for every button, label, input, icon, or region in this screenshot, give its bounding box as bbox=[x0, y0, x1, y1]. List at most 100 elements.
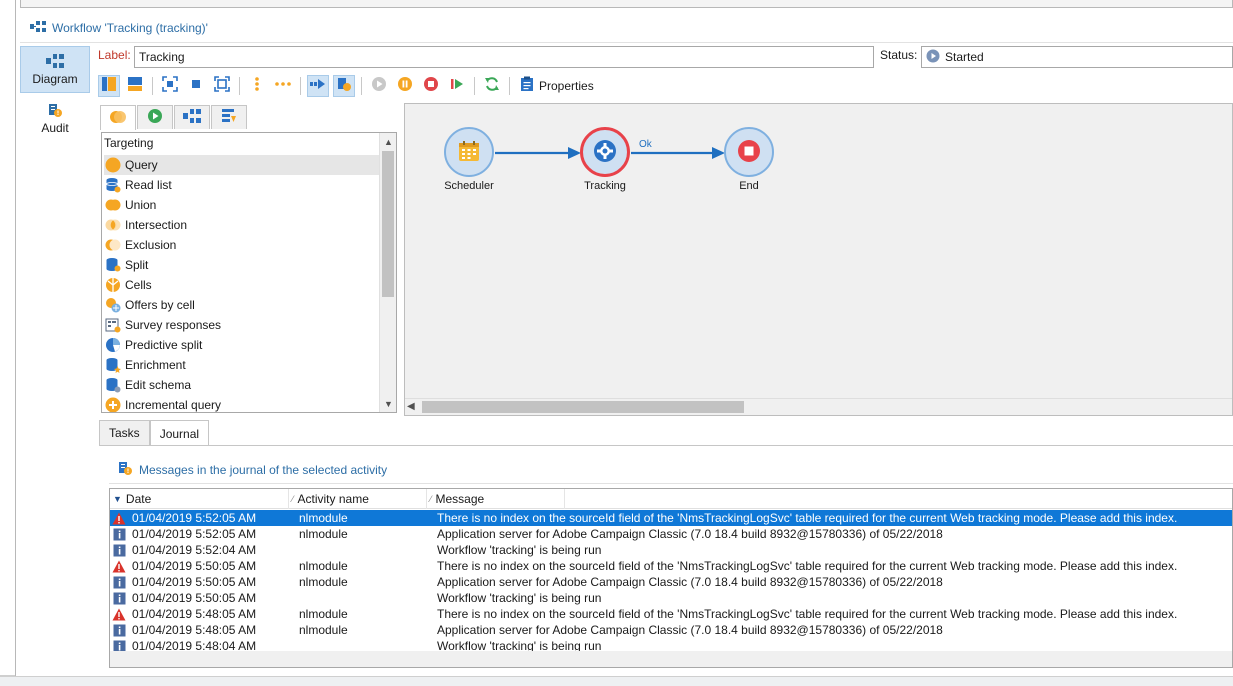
palette-item-union[interactable]: Union bbox=[104, 195, 380, 215]
zoom-fit-icon bbox=[162, 76, 178, 95]
cell-date: 01/04/2019 5:52:05 AM bbox=[132, 511, 257, 525]
column-header-message[interactable]: ⁄ Message bbox=[427, 489, 565, 509]
column-resize-icon: ⁄ bbox=[430, 494, 432, 504]
nav-item-audit[interactable]: Audit bbox=[20, 98, 90, 138]
tab-flow-control[interactable] bbox=[137, 105, 173, 129]
canvas-scroll-thumb[interactable] bbox=[422, 401, 744, 413]
table-row[interactable]: 01/04/2019 5:48:05 AM nlmodule There is no… bbox=[110, 606, 1232, 622]
status-field: Started bbox=[921, 46, 1233, 68]
play-disabled-icon bbox=[371, 76, 387, 95]
workflow-canvas[interactable]: Ok Scheduler Tracking End ◀ bbox=[404, 103, 1233, 416]
vertical-layout-button[interactable] bbox=[98, 74, 120, 97]
unconditional-stop-button[interactable] bbox=[446, 75, 468, 97]
palette-item-intersection[interactable]: Intersection bbox=[104, 215, 380, 235]
actual-size-button[interactable] bbox=[185, 75, 207, 97]
journal-icon bbox=[117, 460, 133, 479]
palette-item-exclusion[interactable]: Exclusion bbox=[104, 235, 380, 255]
canvas-horizontal-scrollbar[interactable]: ◀ bbox=[405, 398, 1232, 415]
union-icon bbox=[105, 197, 121, 213]
column-header-label: Date bbox=[125, 492, 152, 506]
activity-palette: Targeting Query Read list Union Intersec… bbox=[101, 132, 397, 413]
table-row[interactable]: 01/04/2019 5:50:05 AM nlmodule There is no… bbox=[110, 558, 1232, 574]
align-horizontal-button[interactable] bbox=[272, 75, 294, 97]
workflow-diagram-icon bbox=[46, 53, 64, 72]
start-button[interactable] bbox=[368, 75, 390, 97]
table-row[interactable]: 01/04/2019 5:52:04 AM Workflow 'tracking'… bbox=[110, 542, 1232, 558]
palette-item-enrichment[interactable]: Enrichment bbox=[104, 355, 380, 375]
palette-item-incremental-query[interactable]: Incremental query bbox=[104, 395, 380, 412]
stop-button[interactable] bbox=[420, 75, 442, 97]
warning-icon bbox=[112, 559, 126, 573]
zoom-selection-button[interactable] bbox=[211, 75, 233, 97]
palette-item-read-list[interactable]: Read list bbox=[104, 175, 380, 195]
pause-button[interactable] bbox=[394, 75, 416, 97]
palette-item-edit-schema[interactable]: Edit schema bbox=[104, 375, 380, 395]
bottom-tabs: Tasks Journal bbox=[99, 420, 210, 446]
horizontal-layout-button[interactable] bbox=[124, 75, 146, 97]
palette-group-header: Targeting bbox=[104, 136, 154, 150]
transition-label-ok: Ok bbox=[639, 139, 652, 150]
intersection-icon bbox=[105, 217, 121, 233]
palette-item-query[interactable]: Query bbox=[104, 155, 380, 175]
scroll-left-icon[interactable]: ◀ bbox=[407, 401, 415, 412]
palette-item-survey-responses[interactable]: Survey responses bbox=[104, 315, 380, 335]
cell-message: Workflow 'tracking' is being run bbox=[437, 543, 602, 557]
nav-item-diagram[interactable]: Diagram bbox=[20, 46, 90, 93]
tab-targeting[interactable] bbox=[100, 105, 136, 130]
table-row[interactable]: 01/04/2019 5:52:05 AM nlmodule There is no… bbox=[110, 510, 1232, 526]
tab-tasks[interactable]: Tasks bbox=[99, 420, 150, 445]
column-header-label: Activity name bbox=[297, 492, 369, 506]
column-header-activity[interactable]: ⁄ Activity name bbox=[289, 489, 427, 509]
table-row[interactable]: 01/04/2019 5:52:05 AM nlmodule Application… bbox=[110, 526, 1232, 542]
column-header-date[interactable]: ▼ Date bbox=[110, 489, 289, 509]
palette-item-label: Survey responses bbox=[125, 318, 222, 332]
activity-end[interactable]: End bbox=[714, 127, 784, 192]
scroll-down-icon[interactable]: ▼ bbox=[380, 395, 396, 412]
offers-by-cell-icon bbox=[105, 297, 121, 313]
align-vertical-button[interactable] bbox=[246, 75, 268, 97]
cell-message: Workflow 'tracking' is being run bbox=[437, 591, 602, 605]
cell-message: Application server for Adobe Campaign Cl… bbox=[437, 623, 943, 637]
clipboard-icon bbox=[520, 76, 534, 95]
cell-message: Application server for Adobe Campaign Cl… bbox=[437, 575, 943, 589]
activity-label: Scheduler bbox=[444, 180, 494, 192]
exclusion-icon bbox=[105, 237, 121, 253]
table-row[interactable]: 01/04/2019 5:50:05 AM nlmodule Application… bbox=[110, 574, 1232, 590]
workflow-icon bbox=[30, 20, 46, 37]
cell-date: 01/04/2019 5:48:05 AM bbox=[132, 623, 257, 637]
label-input[interactable]: Tracking bbox=[134, 46, 874, 68]
zoom-fit-button[interactable] bbox=[159, 75, 181, 97]
tab-events[interactable] bbox=[211, 105, 247, 129]
palette-item-label: Incremental query bbox=[125, 398, 222, 412]
palette-item-cells[interactable]: Cells bbox=[104, 275, 380, 295]
palette-scroll-thumb[interactable] bbox=[382, 151, 394, 297]
survey-responses-icon bbox=[105, 317, 121, 333]
status-strip bbox=[0, 676, 1233, 686]
toolbar-separator bbox=[361, 76, 362, 95]
activity-scheduler[interactable]: Scheduler bbox=[434, 127, 504, 192]
palette-item-label: Read list bbox=[125, 178, 172, 192]
table-row[interactable]: 01/04/2019 5:50:05 AM Workflow 'tracking'… bbox=[110, 590, 1232, 606]
show-transitions-button[interactable] bbox=[307, 74, 329, 97]
table-header: ▼ Date ⁄ Activity name ⁄ Message bbox=[110, 489, 1232, 509]
cells-icon bbox=[105, 277, 121, 293]
palette-item-split[interactable]: Split bbox=[104, 255, 380, 275]
scroll-up-icon[interactable]: ▲ bbox=[380, 133, 396, 150]
palette-item-predictive-split[interactable]: Predictive split bbox=[104, 335, 380, 355]
table-row[interactable]: 01/04/2019 5:48:05 AM nlmodule Application… bbox=[110, 622, 1232, 638]
enrichment-icon bbox=[105, 357, 121, 373]
show-audit-button[interactable] bbox=[333, 74, 355, 97]
journal-horizontal-scrollbar[interactable] bbox=[110, 651, 1232, 667]
audit-toggle-icon bbox=[336, 76, 352, 95]
properties-button[interactable]: Properties bbox=[516, 75, 598, 97]
properties-label: Properties bbox=[539, 78, 594, 93]
tab-actions[interactable] bbox=[174, 105, 210, 129]
tab-journal[interactable]: Journal bbox=[149, 420, 210, 446]
cell-message: There is no index on the sourceId field … bbox=[437, 559, 1178, 573]
palette-item-label: Query bbox=[125, 158, 158, 172]
refresh-button[interactable] bbox=[481, 75, 503, 97]
palette-scrollbar[interactable]: ▲ ▼ bbox=[379, 133, 396, 412]
palette-item-offers-by-cell[interactable]: Offers by cell bbox=[104, 295, 380, 315]
activity-tracking[interactable]: Tracking bbox=[570, 127, 640, 192]
cell-date: 01/04/2019 5:52:05 AM bbox=[132, 527, 257, 541]
